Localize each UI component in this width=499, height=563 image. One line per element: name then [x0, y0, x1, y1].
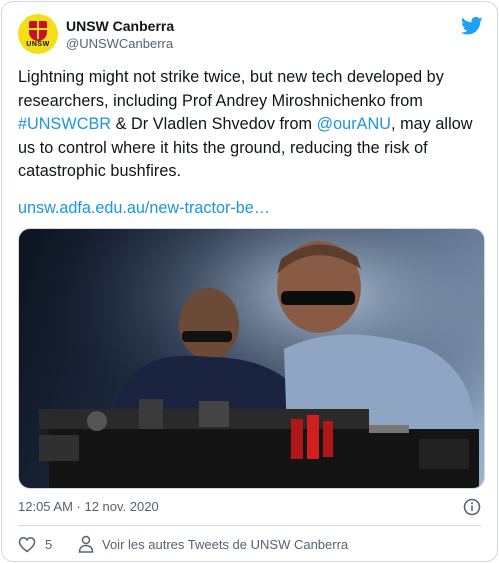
author-handle[interactable]: @UNSWCanberra	[66, 36, 173, 51]
heart-icon[interactable]	[18, 536, 36, 553]
avatar[interactable]: UNSW	[18, 14, 58, 54]
tweet-text: Lightning might not strike twice, but ne…	[18, 66, 488, 184]
hashtag-link[interactable]: #UNSWCBR	[18, 115, 111, 133]
article-link[interactable]: unsw.adfa.edu.au/new-tractor-be…	[18, 197, 270, 221]
tweet-header: UNSW UNSW Canberra @UNSWCanberra	[2, 2, 497, 62]
tweet-photo[interactable]	[18, 228, 485, 489]
tweet-card[interactable]: UNSW UNSW Canberra @UNSWCanberra Lightni…	[1, 1, 498, 562]
avatar-logo-text: UNSW	[26, 41, 50, 48]
mention-link[interactable]: @ourANU	[317, 115, 391, 133]
author-name[interactable]: UNSW Canberra	[66, 18, 174, 34]
tweet-text-part-1: Lightning might not strike twice, but ne…	[18, 68, 444, 110]
tweet-timestamp[interactable]: 12:05 AM · 12 nov. 2020	[18, 499, 159, 514]
like-count[interactable]: 5	[45, 537, 52, 552]
shield-icon	[29, 21, 47, 41]
tweet-text-part-2: & Dr Vladlen Shvedov from	[111, 115, 317, 133]
lab-photo-illustration	[19, 229, 484, 488]
user-icon	[78, 535, 94, 553]
more-tweets-link[interactable]: Voir les autres Tweets de UNSW Canberra	[102, 537, 348, 552]
info-icon[interactable]	[463, 498, 481, 516]
divider	[18, 525, 481, 526]
twitter-bird-icon[interactable]	[461, 16, 483, 36]
